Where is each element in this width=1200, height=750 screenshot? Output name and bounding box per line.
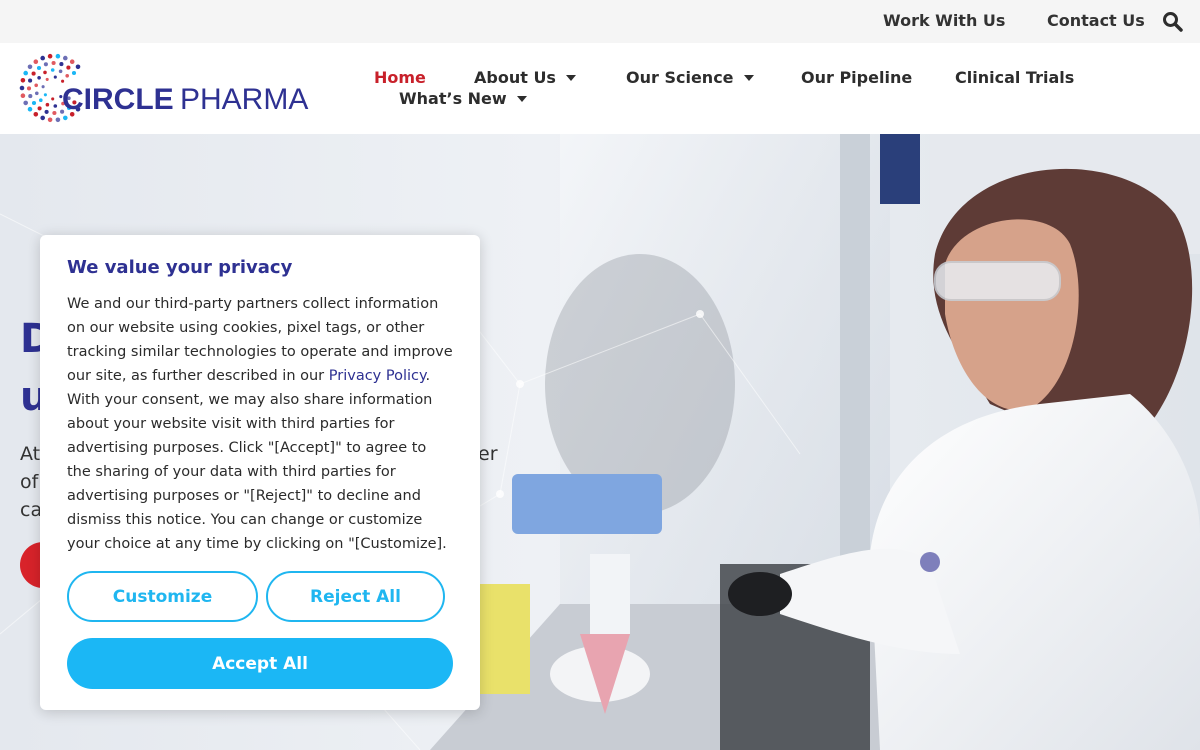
nav-about-us[interactable]: About Us (474, 68, 576, 87)
nav-clinical-trials[interactable]: Clinical Trials (955, 68, 1074, 87)
hero-text-line-2: of (20, 471, 39, 493)
chevron-down-icon (565, 75, 576, 81)
nav-our-science[interactable]: Our Science (626, 68, 754, 87)
nav-whats-new[interactable]: What’s New (399, 89, 527, 108)
hero-text-line-3: ca (20, 499, 43, 521)
accept-all-button[interactable]: Accept All (67, 638, 453, 689)
circle-pharma-logo[interactable]: CIRCLE PHARMA (18, 51, 318, 129)
hero-text-line-1: At (20, 443, 41, 465)
privacy-policy-link[interactable]: Privacy Policy (329, 368, 426, 384)
cookie-body: We and our third-party partners collect … (67, 292, 453, 556)
chevron-down-icon (516, 96, 527, 102)
cookie-body-text-continued: . With your consent, we may also share i… (67, 368, 447, 552)
logo-word-pharma: PHARMA (180, 83, 308, 116)
chevron-down-icon (743, 75, 754, 81)
nav-whats-new-label: What’s New (399, 89, 507, 108)
work-with-us-link[interactable]: Work With Us (883, 11, 1005, 30)
nav-about-us-label: About Us (474, 68, 556, 87)
site-header: CIRCLE PHARMA Home About Us Our Science … (0, 43, 1200, 134)
nav-our-pipeline-label: Our Pipeline (801, 68, 913, 87)
customize-button[interactable]: Customize (67, 571, 258, 622)
reject-all-button[interactable]: Reject All (266, 571, 445, 622)
nav-clinical-trials-label: Clinical Trials (955, 68, 1075, 87)
contact-us-link[interactable]: Contact Us (1047, 11, 1145, 30)
hero-description: At of ca (20, 440, 42, 524)
nav-home-label: Home (374, 68, 426, 87)
search-icon[interactable] (1162, 11, 1184, 33)
cookie-title: We value your privacy (67, 257, 293, 278)
hero-text-fragment: er (478, 443, 498, 465)
nav-home[interactable]: Home (374, 68, 426, 87)
nav-our-science-label: Our Science (626, 68, 734, 87)
logo-word-circle: CIRCLE (62, 83, 174, 116)
cookie-consent-dialog: We value your privacy We and our third-p… (40, 235, 480, 710)
nav-our-pipeline[interactable]: Our Pipeline (801, 68, 912, 87)
utility-bar: Work With Us Contact Us (0, 0, 1200, 43)
